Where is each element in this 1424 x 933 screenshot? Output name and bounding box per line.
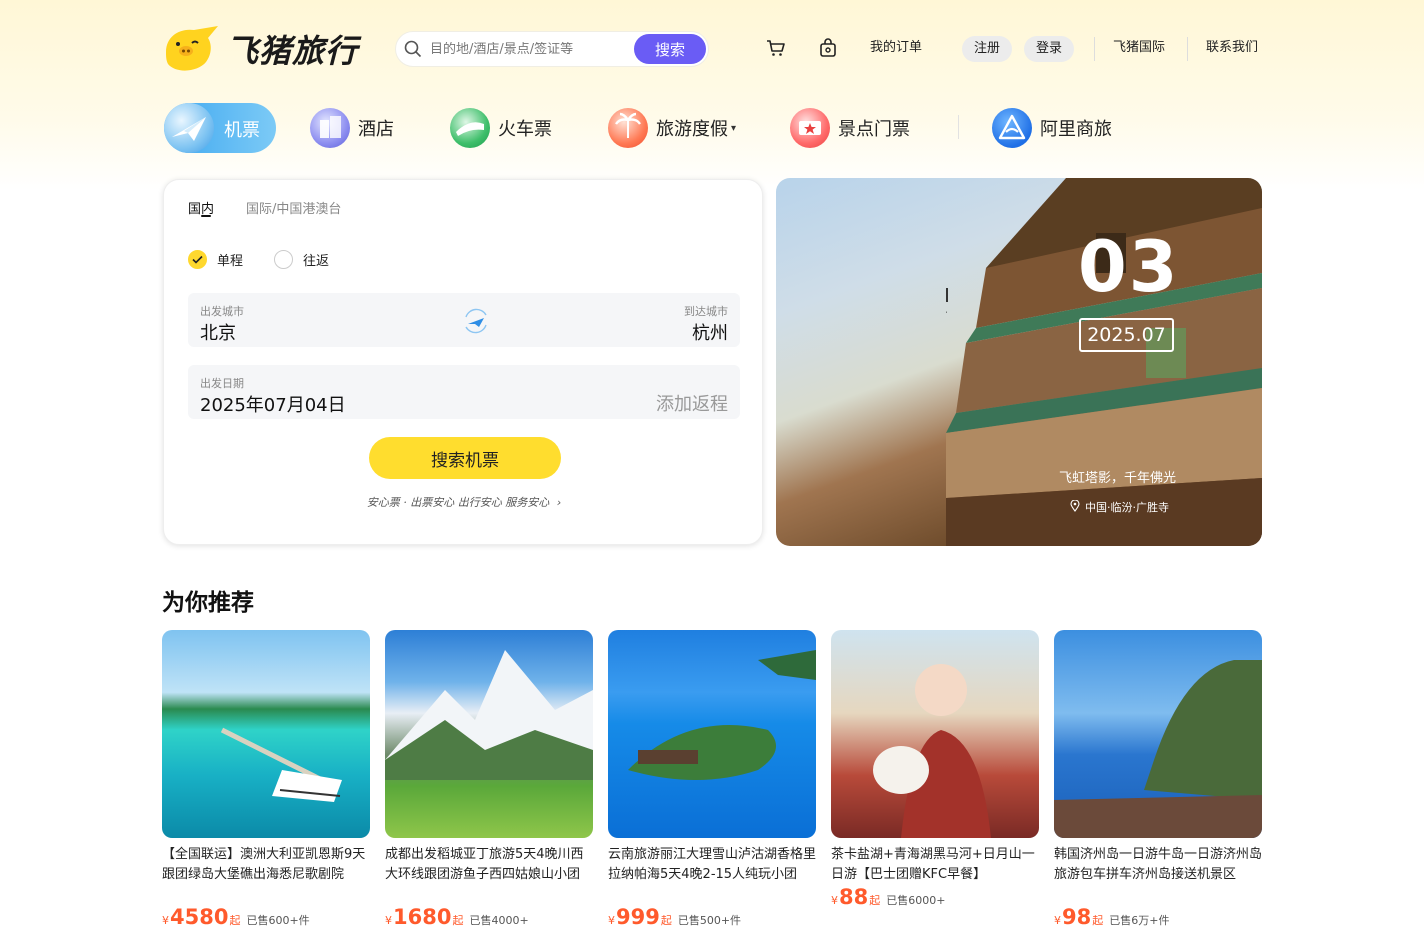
- recommend-card[interactable]: 茶卡盐湖+青海湖黑马河+日月山一日游【巴士团赠KFC早餐】 ¥ 88 起 已售6…: [831, 630, 1039, 909]
- radio-one-way[interactable]: 单程: [188, 250, 243, 269]
- vacation-icon: [608, 108, 648, 148]
- nav-item-train[interactable]: 火车票: [450, 102, 552, 154]
- to-city-input[interactable]: 杭州: [692, 319, 728, 345]
- plane-icon: [164, 103, 214, 153]
- nav-divider: [958, 115, 959, 139]
- brand-name: 飞猪旅行: [226, 32, 359, 70]
- flight-booking-card: 国内 国际/中国港澳台 单程 往返 出发城市 北京 到达城市 杭州 出发日期 2…: [163, 179, 763, 545]
- featured-banner[interactable]: 03 2025.07 飞虹塔影，千年佛光 中国·临汾·广胜寺: [776, 178, 1262, 546]
- date-label: 出发日期: [200, 377, 244, 390]
- depart-date-input[interactable]: 2025年07月04日: [200, 391, 346, 417]
- product-image: [608, 630, 816, 838]
- product-image: [162, 630, 370, 838]
- dropdown-caret-icon: ▾: [731, 122, 737, 134]
- service-promise-link[interactable]: 安心票 · 出票安心 出行安心 服务安心 ›: [164, 494, 764, 510]
- search-input[interactable]: [430, 41, 630, 57]
- check-icon: [188, 250, 207, 269]
- global-search: 搜索: [395, 31, 709, 67]
- search-flights-button[interactable]: 搜索机票: [369, 437, 561, 479]
- recommend-card[interactable]: 韩国济州岛一日游牛岛一日游济州岛旅游包车拼车济州岛接送机景区 ¥ 98 起 已售…: [1054, 630, 1262, 929]
- banner-location: 中国·临汾·广胜寺: [1070, 498, 1169, 515]
- product-price: ¥ 88 起 已售6000+: [831, 885, 946, 909]
- header-divider: [1187, 37, 1188, 61]
- banner-day: 03: [1078, 226, 1180, 308]
- tab-international[interactable]: 国际/中国港澳台: [246, 198, 341, 217]
- contact-link[interactable]: 联系我们: [1206, 38, 1258, 58]
- product-image: [385, 630, 593, 838]
- recommend-card[interactable]: 云南旅游丽江大理雪山泸沽湖香格里拉纳帕海5天4晚2-15人纯玩小团 ¥ 999 …: [608, 630, 816, 929]
- radio-round-trip[interactable]: 往返: [274, 250, 329, 269]
- to-label: 到达城市: [684, 305, 728, 318]
- pig-logo-icon: [162, 24, 220, 74]
- login-button[interactable]: 登录: [1024, 36, 1075, 62]
- nav-item-flights[interactable]: 机票: [164, 103, 276, 153]
- search-button[interactable]: 搜索: [634, 34, 706, 64]
- from-label: 出发城市: [200, 305, 244, 318]
- nav-item-hotel[interactable]: 酒店: [310, 102, 394, 154]
- brand-logo[interactable]: 飞猪旅行: [162, 22, 362, 76]
- radio-circle-icon: [274, 250, 293, 269]
- swap-cities-icon[interactable]: [460, 305, 492, 337]
- intl-link[interactable]: 飞猪国际: [1113, 38, 1165, 58]
- nav-label: 机票: [224, 120, 260, 141]
- product-name: 成都出发稻城亚丁旅游5天4晚川西大环线跟团游鱼子西四姑娘山小团: [385, 847, 584, 882]
- bag-icon[interactable]: [818, 38, 838, 58]
- nav-item-alibiz[interactable]: 阿里商旅: [992, 102, 1112, 154]
- product-name: 云南旅游丽江大理雪山泸沽湖香格里拉纳帕海5天4晚2-15人纯玩小团: [608, 847, 816, 882]
- cart-icon[interactable]: [766, 38, 786, 58]
- tab-active-indicator: [201, 215, 211, 217]
- chevron-right-icon: ›: [556, 496, 562, 509]
- location-pin-icon: [1070, 498, 1080, 515]
- ticket-icon: [790, 108, 830, 148]
- nav-item-tickets[interactable]: 景点门票: [790, 102, 910, 154]
- recommend-card[interactable]: 成都出发稻城亚丁旅游5天4晚川西大环线跟团游鱼子西四姑娘山小团 ¥ 1680 起…: [385, 630, 593, 929]
- nav-item-vacation[interactable]: 旅游度假 ▾: [608, 102, 736, 154]
- hotel-icon: [310, 108, 350, 148]
- product-price: ¥ 999 起 已售500+件: [608, 905, 742, 929]
- alibiz-icon: [992, 108, 1032, 148]
- product-name: 【全国联运】澳洲大利亚凯恩斯9天跟团绿岛大堡礁出海悉尼歌剧院: [162, 847, 366, 882]
- register-button[interactable]: 注册: [962, 36, 1013, 62]
- date-field: 出发日期 2025年07月04日 添加返程: [188, 365, 740, 419]
- train-icon: [450, 108, 490, 148]
- add-return-input[interactable]: 添加返程: [656, 390, 728, 416]
- recommend-card[interactable]: 【全国联运】澳洲大利亚凯恩斯9天跟团绿岛大堡礁出海悉尼歌剧院 ¥ 4580 起 …: [162, 630, 370, 929]
- search-icon: [396, 31, 430, 67]
- product-price: ¥ 98 起 已售6万+件: [1054, 905, 1170, 929]
- city-field: 出发城市 北京 到达城市 杭州: [188, 293, 740, 347]
- header-divider: [1094, 37, 1095, 61]
- from-city-input[interactable]: 北京: [200, 319, 236, 345]
- recommend-title: 为你推荐: [162, 590, 254, 616]
- product-price: ¥ 1680 起 已售4000+: [385, 905, 529, 929]
- banner-month: 2025.07: [1079, 318, 1174, 352]
- product-name: 韩国济州岛一日游牛岛一日游济州岛旅游包车拼车济州岛接送机景区: [1054, 847, 1262, 882]
- product-price: ¥ 4580 起 已售600+件: [162, 905, 310, 929]
- my-orders-link[interactable]: 我的订单: [870, 38, 922, 58]
- product-image: [1054, 630, 1262, 838]
- product-image: [831, 630, 1039, 838]
- banner-caption: 飞虹塔影，千年佛光: [1059, 471, 1177, 486]
